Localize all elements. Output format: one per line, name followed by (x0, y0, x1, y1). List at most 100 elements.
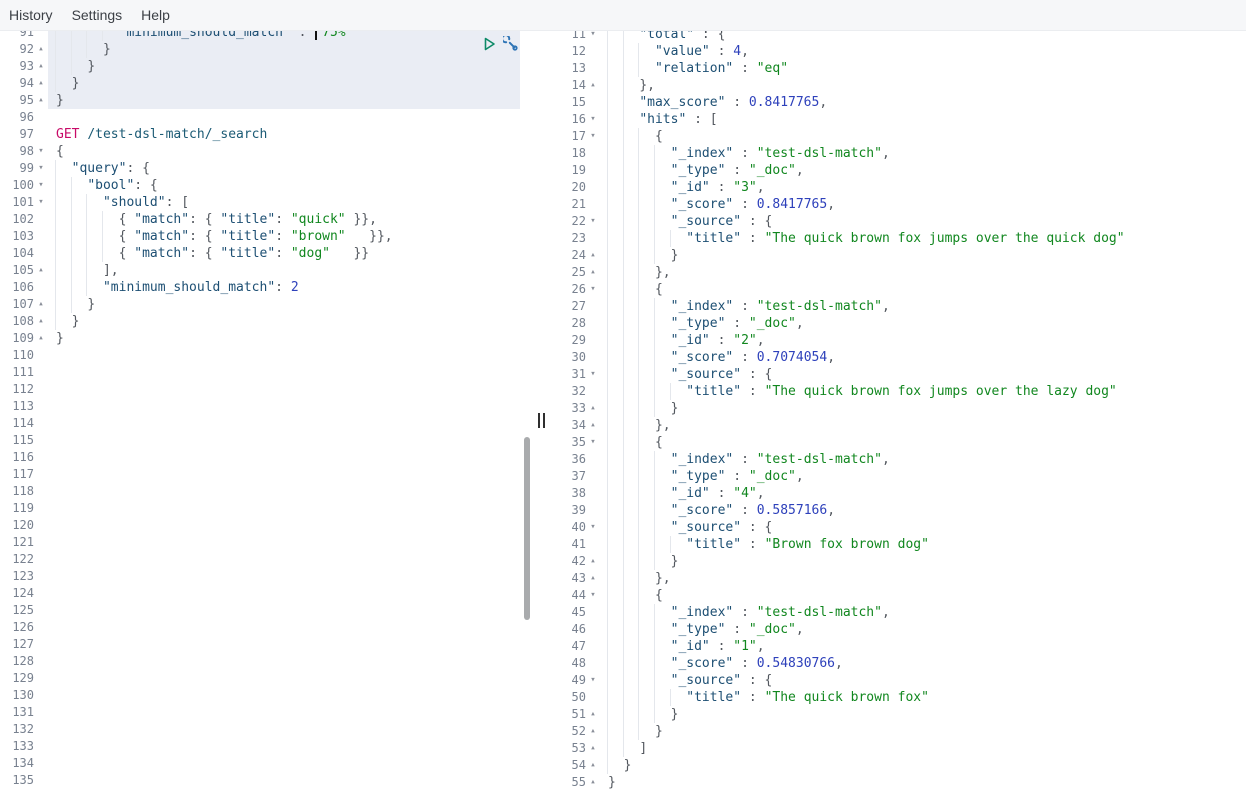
indent-guide (638, 400, 655, 417)
gutter-cell: 133 (0, 738, 48, 755)
fold-toggle-icon[interactable]: ▾ (586, 281, 600, 298)
line-content: GET /test-dsl-match/_search (48, 126, 540, 143)
fold-toggle-icon[interactable]: ▾ (586, 128, 600, 145)
line-content (48, 585, 540, 602)
fold-toggle-icon[interactable]: ▴ (34, 58, 48, 75)
fold-toggle-icon[interactable]: ▾ (586, 213, 600, 230)
indent-guide (653, 519, 671, 536)
fold-toggle-icon[interactable]: ▴ (586, 417, 600, 434)
indent-guide (607, 111, 624, 128)
menu-help[interactable]: Help (141, 7, 170, 23)
fold-toggle-icon (586, 468, 600, 485)
token-k: "_type" (670, 163, 726, 178)
line-number: 22 (571, 214, 586, 228)
gutter-cell: 24 ▴ (550, 247, 600, 264)
token-p: , (795, 469, 804, 484)
gutter-cell: 20 (550, 179, 600, 196)
indent-guide (622, 604, 640, 621)
fold-toggle-icon (586, 689, 600, 706)
fold-toggle-icon[interactable]: ▴ (586, 570, 600, 587)
fold-toggle-icon[interactable]: ▴ (586, 264, 600, 281)
request-editor[interactable]: 91 "minimum_should_match" : "75%" 92 ▴ } 93… (0, 31, 540, 794)
line-content: } (600, 400, 1246, 417)
fold-toggle-icon[interactable]: ▾ (586, 111, 600, 128)
indent-guide (55, 279, 72, 296)
indent-guide (653, 315, 671, 332)
fold-toggle-icon[interactable]: ▴ (34, 330, 48, 347)
gutter-cell: 47 (550, 638, 600, 655)
line-content: "_id" : "1", (600, 638, 1246, 655)
fold-toggle-icon[interactable]: ▾ (34, 143, 48, 160)
menu-settings[interactable]: Settings (72, 7, 123, 23)
token-k: "title" (686, 384, 742, 399)
code-line: 39 "_score" : 0.5857166, (550, 502, 1246, 519)
code-line: 122 (0, 551, 540, 568)
fold-toggle-icon (34, 636, 48, 653)
editor-vertical-scrollbar-thumb[interactable] (524, 437, 530, 620)
indent-guide (638, 247, 655, 264)
fold-toggle-icon[interactable]: ▾ (34, 194, 48, 211)
indent-guide (653, 196, 671, 213)
fold-toggle-icon[interactable]: ▾ (586, 31, 600, 43)
fold-toggle-icon[interactable]: ▴ (586, 723, 600, 740)
fold-toggle-icon[interactable]: ▴ (34, 92, 48, 109)
fold-toggle-icon[interactable]: ▾ (34, 160, 48, 177)
pane-resize-handle[interactable] (538, 413, 545, 428)
indent-guide (607, 366, 624, 383)
fold-toggle-icon[interactable]: ▴ (586, 400, 600, 417)
fold-toggle-icon[interactable]: ▴ (586, 774, 600, 791)
menu-history[interactable]: History (9, 7, 53, 23)
line-content: "_source" : { (600, 672, 1246, 689)
token-p: : (725, 469, 749, 484)
fold-toggle-icon[interactable]: ▴ (34, 296, 48, 313)
code-line: 103 { "match": { "title": "brown" }}, (0, 228, 540, 245)
fold-toggle-icon[interactable]: ▴ (34, 313, 48, 330)
gutter-cell: 25 ▴ (550, 264, 600, 281)
token-s: "test-dsl-match" (756, 452, 882, 467)
fold-toggle-icon[interactable]: ▴ (34, 75, 48, 92)
token-p: { (118, 246, 135, 261)
indent-guide (638, 145, 655, 162)
token-p: { (654, 282, 663, 297)
line-content (48, 670, 540, 687)
indent-guide (55, 313, 72, 330)
line-number: 13 (571, 61, 586, 75)
indent-guide (607, 247, 624, 264)
fold-toggle-icon[interactable]: ▴ (586, 77, 600, 94)
fold-toggle-icon[interactable]: ▴ (586, 553, 600, 570)
gutter-cell: 16 ▾ (550, 111, 600, 128)
code-line: 107 ▴ } (0, 296, 540, 313)
indent-guide (607, 417, 624, 434)
line-number: 17 (571, 129, 586, 143)
gutter-cell: 30 (550, 349, 600, 366)
line-number: 16 (571, 112, 586, 126)
gutter-cell: 107 ▴ (0, 296, 48, 313)
fold-toggle-icon[interactable]: ▾ (586, 366, 600, 383)
token-n: 2 (290, 280, 299, 295)
code-line: 133 (0, 738, 540, 755)
response-viewer[interactable]: 11 ▾ "total" : {12 "value" : 4, 13 "relati… (540, 31, 1246, 794)
fold-toggle-icon[interactable]: ▾ (34, 177, 48, 194)
line-number: 134 (12, 756, 34, 770)
fold-toggle-icon[interactable]: ▴ (586, 757, 600, 774)
indent-guide (607, 502, 624, 519)
fold-toggle-icon[interactable]: ▾ (586, 587, 600, 604)
fold-toggle-icon[interactable]: ▴ (34, 262, 48, 279)
line-content: { "match": { "title": "quick" }}, (48, 211, 540, 228)
fold-toggle-icon[interactable]: ▴ (34, 41, 48, 58)
line-content: } (600, 723, 1246, 740)
fold-toggle-icon[interactable]: ▴ (586, 706, 600, 723)
send-request-play-icon[interactable] (481, 36, 497, 52)
line-number: 93 (19, 59, 34, 73)
line-number: 98 (19, 144, 34, 158)
fold-toggle-icon[interactable]: ▾ (586, 672, 600, 689)
fold-toggle-icon[interactable]: ▴ (586, 740, 600, 757)
fold-toggle-icon[interactable]: ▾ (586, 519, 600, 536)
indent-guide (653, 689, 671, 706)
line-content: } (600, 553, 1246, 570)
wrench-icon[interactable] (501, 34, 519, 52)
fold-toggle-icon[interactable]: ▴ (586, 247, 600, 264)
fold-toggle-icon[interactable]: ▾ (586, 434, 600, 451)
indent-guide (653, 230, 671, 247)
indent-guide (653, 451, 671, 468)
